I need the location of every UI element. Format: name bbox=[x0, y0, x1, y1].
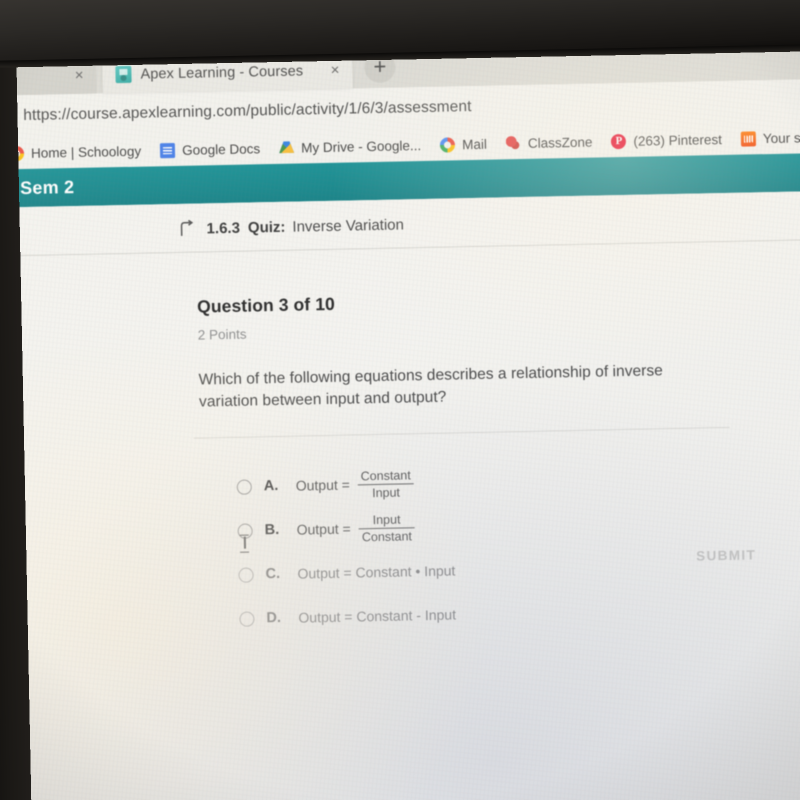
google-drive-icon bbox=[279, 140, 294, 155]
fraction-denominator: Input bbox=[371, 485, 401, 500]
fraction-denominator: Constant bbox=[361, 528, 413, 544]
bookmark-pinterest[interactable]: P (263) Pinterest bbox=[611, 132, 722, 149]
back-arrow-icon[interactable] bbox=[177, 219, 195, 238]
bookmark-google-docs[interactable]: Google Docs bbox=[159, 140, 261, 158]
bookmark-schoology[interactable]: Home | Schoology bbox=[8, 143, 142, 161]
choice-letter: B. bbox=[264, 521, 280, 539]
activity-number: 1.6.3 bbox=[206, 219, 241, 237]
fraction-numerator: Input bbox=[372, 512, 401, 527]
choice-expression: Output = Constant • Input bbox=[297, 562, 456, 582]
question-block: Question 3 of 10 2 Points Which of the f… bbox=[0, 239, 800, 646]
bookmark-label: Google Docs bbox=[181, 140, 261, 158]
choice-lead: Output = bbox=[296, 520, 351, 538]
bookmark-label: (263) Pinterest bbox=[633, 131, 723, 149]
choice-letter: A. bbox=[263, 477, 279, 495]
laptop-screen-photo: × Apex Learning - Courses × + https://co… bbox=[0, 0, 800, 800]
choice-letter: C. bbox=[265, 565, 281, 583]
browser-tab-title: Apex Learning - Courses bbox=[140, 62, 304, 83]
pinterest-icon: P bbox=[611, 133, 627, 149]
bookmark-classzone[interactable]: ClassZone bbox=[505, 134, 593, 151]
fraction: Constant Input bbox=[357, 467, 415, 500]
choice-expression: Output = Constant - Input bbox=[298, 606, 457, 626]
google-docs-icon bbox=[159, 142, 176, 158]
fraction: Input Constant bbox=[358, 512, 415, 544]
bookmark-mail[interactable]: Mail bbox=[439, 136, 488, 153]
close-icon[interactable]: × bbox=[325, 62, 340, 79]
bookmark-label: Your stream on S bbox=[762, 129, 800, 146]
close-icon[interactable]: × bbox=[69, 67, 84, 84]
question-heading: Question 3 of 10 bbox=[196, 293, 336, 317]
activity-title: Inverse Variation bbox=[292, 215, 405, 236]
quiz-page: 1.6.3 Quiz: Inverse Variation Question 3… bbox=[0, 190, 800, 800]
bookmark-label: Mail bbox=[461, 136, 488, 152]
bookmark-soundcloud[interactable]: Your stream on S bbox=[740, 129, 800, 147]
url-text: https://course.apexlearning.com/public/a… bbox=[23, 98, 472, 125]
activity-kind: Quiz: bbox=[247, 218, 286, 237]
radio-button-d[interactable] bbox=[239, 610, 255, 627]
divider bbox=[193, 426, 730, 439]
choice-expression: Output = Constant Input bbox=[295, 468, 414, 501]
bookmark-label: My Drive - Google... bbox=[300, 137, 422, 155]
radio-button-a[interactable] bbox=[236, 479, 252, 495]
screen-surface: × Apex Learning - Courses × + https://co… bbox=[0, 34, 800, 800]
submit-button[interactable]: SUBMIT bbox=[696, 547, 756, 563]
text-cursor bbox=[240, 535, 249, 551]
apex-favicon-icon bbox=[115, 65, 132, 84]
choice-letter: D. bbox=[266, 609, 282, 627]
bookmark-label: Home | Schoology bbox=[30, 143, 142, 161]
choice-expression: Output = Input Constant bbox=[296, 512, 415, 545]
choice-lead: Output = bbox=[295, 476, 351, 494]
answer-choices: A. Output = Constant Input B. Output = I… bbox=[200, 452, 800, 641]
google-icon bbox=[439, 136, 456, 153]
bookmark-my-drive[interactable]: My Drive - Google... bbox=[279, 138, 421, 156]
classzone-icon bbox=[505, 135, 522, 151]
question-text: Which of the following equations describ… bbox=[198, 362, 664, 411]
bookmark-label: ClassZone bbox=[527, 134, 593, 151]
question-points: 2 Points bbox=[197, 326, 247, 343]
radio-button-c[interactable] bbox=[238, 566, 254, 583]
soundcloud-icon bbox=[740, 130, 757, 147]
fraction-numerator: Constant bbox=[360, 467, 411, 483]
